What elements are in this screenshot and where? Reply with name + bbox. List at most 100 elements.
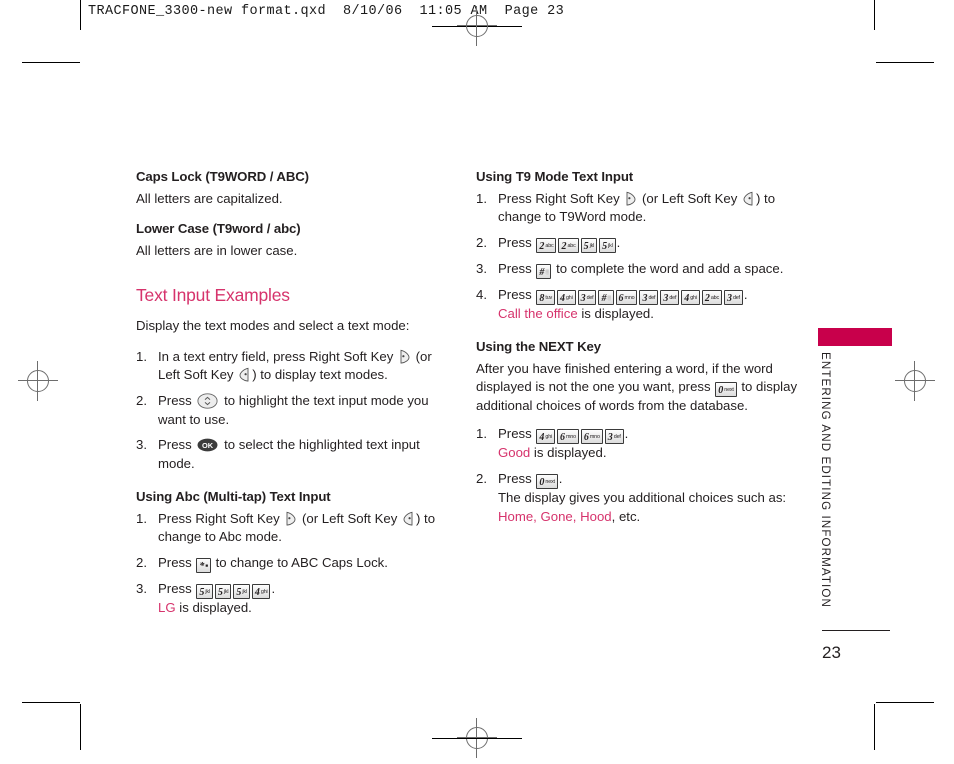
registration-mark-left	[18, 361, 58, 401]
key-4-ghi-icon: 4ghi	[556, 290, 576, 306]
step-text: Press	[498, 261, 532, 277]
text-caps-lock-body: All letters are capitalized.	[136, 190, 283, 206]
trim-mark-bottom-right	[876, 702, 934, 703]
ok-key-icon: OK	[197, 438, 218, 452]
step-text: Press	[158, 555, 192, 571]
key-sequence-call-the-office: 8tuv 4ghi 3def #░ 6mno 3def 3def 4ghi 2abc 3def	[535, 287, 743, 306]
sequence-period: .	[271, 581, 276, 597]
key-2-abc-icon: 2abc	[558, 238, 579, 254]
step-number: 1.	[136, 510, 147, 526]
key-sequence-lg: 5jkl 5jkl 5jkl 4ghi	[195, 581, 271, 600]
key-2-abc-icon: 2abc	[701, 290, 722, 306]
key-5-jkl-icon: 5jkl	[580, 238, 598, 254]
step-number: 2.	[136, 555, 147, 571]
step-text-cont: to complete the word and add a space.	[556, 261, 784, 277]
heading-lower-case: Lower Case (T9word / abc)	[136, 221, 301, 237]
step-text: Press	[498, 470, 532, 486]
step-number: 3.	[476, 261, 487, 277]
trim-mark-right-vertical	[874, 704, 875, 750]
left-soft-key-icon	[238, 367, 251, 382]
trim-mark-bottom-rule	[432, 738, 522, 739]
step-text-line2-end: ) to display text modes.	[252, 367, 388, 383]
list-item: 2. Press 0next. The display gives you ad…	[476, 470, 798, 526]
key-3-def-icon: 3def	[639, 290, 659, 306]
trim-mark-top-left	[22, 62, 80, 63]
list-item: 4. Press 8tuv 4ghi 3def #░ 6mno 3def 3def 4ghi 2…	[476, 286, 798, 324]
step-text: In a text entry field, press Right Soft …	[158, 348, 394, 364]
list-abc-multitap: 1. Press Right Soft Key (or Left Soft Ke…	[136, 510, 458, 618]
key-sequence-good: 4ghi 6mno 6mno 3def	[535, 426, 624, 445]
list-text-input-examples: 1. In a text entry field, press Right So…	[136, 348, 458, 474]
list-item: 1. Press Right Soft Key (or Left Soft Ke…	[476, 190, 798, 227]
sequence-period: .	[743, 287, 748, 303]
step-text-cont: (or	[415, 348, 432, 364]
text-lower-case-body: All letters are in lower case.	[136, 243, 298, 259]
step-text: Press	[498, 287, 532, 303]
step-number: 3.	[136, 437, 147, 453]
left-column: Caps Lock (T9WORD / ABC) All letters are…	[136, 168, 458, 625]
key-3-def-icon: 3def	[604, 429, 624, 445]
result-tail: is displayed.	[530, 445, 607, 461]
step-number: 2.	[476, 470, 487, 486]
step-number: 1.	[476, 426, 487, 442]
list-item: 3. Press OK to select the highlighted te…	[136, 436, 458, 473]
list-item: 2. Press *■ to change to ABC Caps Lock.	[136, 554, 458, 574]
step-number: 3.	[136, 581, 147, 597]
key-3-def-icon: 3def	[660, 290, 680, 306]
result-tail: , etc.	[611, 508, 641, 524]
trim-mark-top-right	[876, 62, 934, 63]
step-text-line2: Left Soft Key	[158, 367, 234, 383]
key-8-tuv-icon: 8tuv	[536, 290, 555, 306]
svg-text:OK: OK	[202, 441, 214, 450]
key-4-ghi-icon: 4ghi	[251, 584, 271, 600]
list-item: 2. Press to highlight the text input mod…	[136, 392, 458, 429]
step-text: Press	[498, 235, 532, 251]
step-text-cont: (or Left Soft Key	[302, 510, 398, 526]
crop-line-left-vertical	[80, 0, 81, 30]
right-column: Using T9 Mode Text Input 1. Press Right …	[476, 168, 798, 533]
result-tail: is displayed.	[577, 306, 654, 322]
step-text-cont: (or Left Soft Key	[642, 190, 738, 206]
result-tail: is displayed.	[175, 600, 252, 616]
result-word: Good	[498, 445, 531, 461]
right-soft-key-icon	[398, 349, 411, 364]
key-3-def-icon: 3def	[577, 290, 597, 306]
step-text: Press Right Soft Key	[158, 510, 280, 526]
key-6-mno-icon: 6mno	[615, 290, 638, 306]
heading-text-input-examples: Text Input Examples	[136, 284, 290, 305]
heading-next-key: Using the NEXT Key	[476, 338, 601, 354]
step-text: Press	[158, 392, 192, 408]
sequence-period: .	[616, 235, 621, 251]
section-tab-bar	[818, 328, 892, 346]
registration-mark-top	[457, 6, 497, 46]
right-soft-key-icon	[284, 511, 297, 526]
result-word: Call the office	[498, 306, 578, 322]
key-5-jkl-icon: 5jkl	[196, 584, 213, 600]
list-item: 1. Press Right Soft Key (or Left Soft Ke…	[136, 510, 458, 547]
trim-mark-bottom-left	[22, 702, 80, 703]
list-item: 1. In a text entry field, press Right So…	[136, 348, 458, 385]
star-key-icon: *■	[196, 558, 211, 574]
step-number: 2.	[136, 392, 147, 408]
step-text: Press	[158, 437, 192, 453]
left-soft-key-icon	[402, 511, 415, 526]
key-3-def-icon: 3def	[723, 290, 743, 306]
step-number: 1.	[136, 348, 147, 364]
list-next-key: 1. Press 4ghi 6mno 6mno 3def. Good is displ…	[476, 425, 798, 526]
text-next-key-intro: After you have finished entering a word,…	[476, 360, 798, 416]
text-examples-intro: Display the text modes and select a text…	[136, 317, 410, 333]
step-text: Press	[158, 581, 192, 597]
list-item: 3. Press 5jkl 5jkl 5jkl 4ghi. LG is display…	[136, 580, 458, 618]
key-sequence-call: 2abc 2abc 5jkl 5jkl	[535, 235, 616, 254]
key-6-mno-icon: 6mno	[580, 429, 603, 445]
sequence-period: .	[558, 470, 563, 486]
heading-t9-mode: Using T9 Mode Text Input	[476, 169, 634, 184]
left-soft-key-icon	[742, 191, 755, 206]
list-item: 2. Press 2abc 2abc 5jkl 5jkl.	[476, 234, 798, 254]
heading-abc-multitap: Using Abc (Multi-tap) Text Input	[136, 488, 331, 504]
key-4-ghi-icon: 4ghi	[681, 290, 700, 306]
result-intro: The display gives you additional choices…	[498, 489, 787, 505]
step-text: Press	[498, 426, 532, 442]
result-word: LG	[158, 600, 176, 616]
step-number: 1.	[476, 190, 487, 206]
